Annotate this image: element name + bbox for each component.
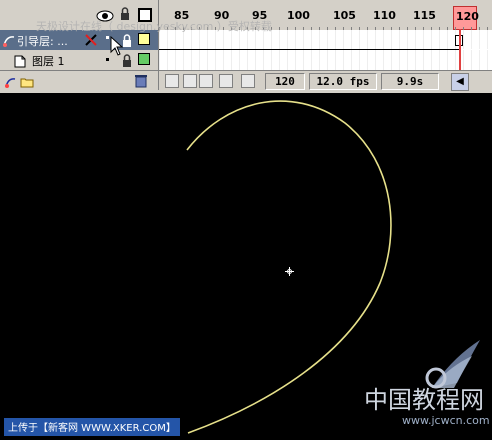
layer-panel: 引导层: ... 图层 1 <box>0 0 159 90</box>
mouse-cursor-icon <box>110 35 124 60</box>
logo-watermark: 中国教程网 www.jcwcn.com <box>362 338 490 438</box>
layer-name[interactable]: 图层 1 <box>32 53 65 69</box>
onion-skin-outline-icon[interactable] <box>199 74 213 88</box>
layer-1-frames[interactable] <box>159 50 492 70</box>
layer-tools <box>0 70 158 91</box>
current-frame-label: 120 <box>456 10 479 23</box>
current-frame-readout: 120 <box>265 73 305 90</box>
ruler-tick: 100 <box>287 9 310 22</box>
layer-color-swatch[interactable] <box>138 33 150 45</box>
modify-onion-markers-icon[interactable] <box>241 74 255 88</box>
visibility-dot[interactable] <box>106 36 109 39</box>
elapsed-time-readout: 9.9s <box>381 73 439 90</box>
upload-caption: 上传于【新客网 WWW.XKER.COM】 <box>4 418 180 436</box>
frames-grid[interactable] <box>159 29 492 70</box>
registration-crosshair-icon <box>285 261 294 280</box>
layer-name[interactable]: 引导层: ... <box>17 33 68 49</box>
visibility-dot[interactable] <box>106 58 109 61</box>
trash-icon[interactable] <box>134 73 148 92</box>
edit-multiple-frames-icon[interactable] <box>219 74 233 88</box>
fps-readout: 12.0 fps <box>309 73 377 90</box>
add-folder-icon[interactable] <box>20 74 34 93</box>
timeline-panel: 引导层: ... 图层 1 85 90 95 100 105 110 115 1… <box>0 0 492 93</box>
watermark-text: 天极设计在线（ design.yesky.com ）受权转载 <box>36 20 272 33</box>
timeline-statusbar: 120 12.0 fps 9.9s ◀ <box>159 70 492 91</box>
ruler-tick: 115 <box>413 9 436 22</box>
onion-skin-icon[interactable] <box>183 74 197 88</box>
center-frame-icon[interactable] <box>165 74 179 88</box>
ruler-tick: 110 <box>373 9 396 22</box>
logo-text: 中国教程网 <box>364 386 484 414</box>
playhead-line <box>459 29 461 70</box>
layer-color-swatch[interactable] <box>138 53 150 65</box>
ruler-tick: 105 <box>333 9 356 22</box>
layer-row-1[interactable]: 图层 1 <box>0 50 158 70</box>
pencil-cross-icon <box>84 32 98 51</box>
logo-url: www.jcwcn.com <box>402 414 490 427</box>
scroll-left-button[interactable]: ◀ <box>451 73 469 91</box>
add-layer-icon[interactable] <box>4 74 18 93</box>
